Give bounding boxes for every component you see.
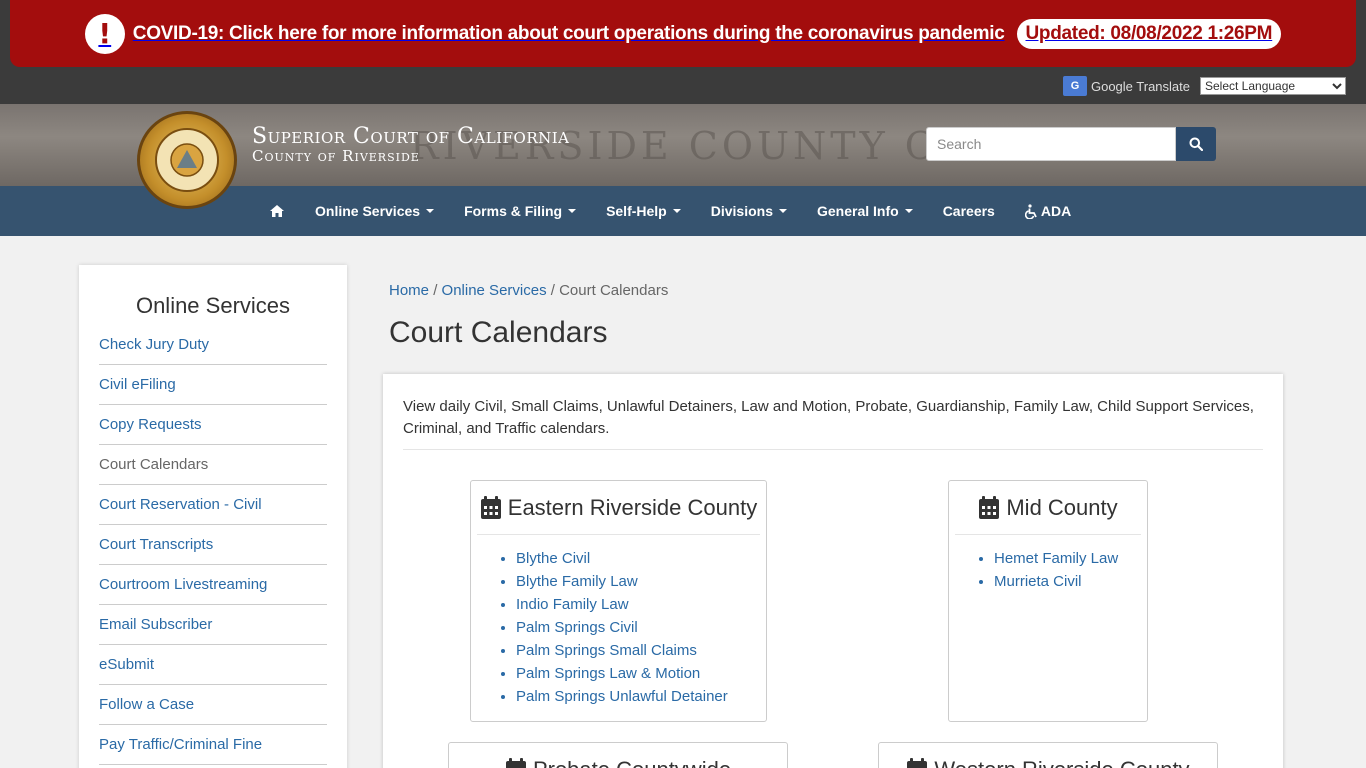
nav-home[interactable] <box>254 204 300 218</box>
caret-down-icon <box>779 209 787 213</box>
caret-down-icon <box>568 209 577 213</box>
nav-ada[interactable]: ADA <box>1010 203 1086 219</box>
nav-forms-filing[interactable]: Forms & Filing <box>449 203 591 219</box>
caret-down-icon <box>672 209 681 213</box>
google-translate-icon: G <box>1062 76 1087 96</box>
google-translate-label: Google Translate <box>1090 78 1190 94</box>
sidebar-item-court-transcripts[interactable]: Court Transcripts <box>99 525 327 565</box>
breadcrumb-separator: / <box>550 282 555 299</box>
home-icon <box>270 205 284 217</box>
seal-center <box>155 128 219 192</box>
card-mid-county: Mid County Hemet Family Law Murrieta Civ… <box>948 480 1148 722</box>
link-blythe-family-law[interactable]: Blythe Family Law <box>516 570 766 593</box>
caret-down-icon <box>426 209 435 213</box>
nav-general-info[interactable]: General Info <box>802 203 928 219</box>
covid-alert-message: COVID-19: Click here for more informatio… <box>132 22 1005 44</box>
card-title: Western Riverside County <box>934 757 1189 768</box>
sidebar-item-copy-requests[interactable]: Copy Requests <box>99 405 327 445</box>
court-seal-logo[interactable] <box>137 111 237 209</box>
caret-down-icon <box>904 209 913 213</box>
breadcrumb-separator: / <box>433 282 438 299</box>
card-eastern-riverside: Eastern Riverside County Blythe Civil Bl… <box>470 480 767 722</box>
covid-alert-banner[interactable]: ! COVID-19: Click here for more informat… <box>10 0 1356 67</box>
link-palm-springs-civil[interactable]: Palm Springs Civil <box>516 616 766 639</box>
sidebar-title: Online Services <box>135 293 291 318</box>
sidebar-list: Check Jury Duty Civil eFiling Copy Reque… <box>99 325 327 765</box>
sidebar-item-courtroom-livestreaming[interactable]: Courtroom Livestreaming <box>99 565 327 605</box>
sidebar-item-follow-a-case[interactable]: Follow a Case <box>99 685 327 725</box>
calendar-icon <box>480 495 501 519</box>
google-translate: G Google Translate Select Language <box>1062 76 1346 96</box>
card-western-riverside: Western Riverside County <box>878 742 1218 768</box>
card-title: Mid County <box>1006 494 1118 520</box>
sidebar-item-court-reservation-civil[interactable]: Court Reservation - Civil <box>99 485 327 525</box>
sidebar-item-pay-traffic-criminal-fine[interactable]: Pay Traffic/Criminal Fine <box>99 725 327 765</box>
breadcrumb-current: Court Calendars <box>559 282 669 299</box>
link-murrieta-civil[interactable]: Murrieta Civil <box>994 570 1147 593</box>
link-palm-springs-unlawful-detainer[interactable]: Palm Springs Unlawful Detainer <box>516 685 766 708</box>
link-palm-springs-small-claims[interactable]: Palm Springs Small Claims <box>516 639 766 662</box>
search-button[interactable] <box>1176 127 1216 161</box>
link-hemet-family-law[interactable]: Hemet Family Law <box>994 547 1147 570</box>
court-name-line2: County of Riverside <box>252 147 420 165</box>
updated-badge: Updated: 08/08/2022 1:26PM <box>1016 18 1282 49</box>
divider <box>403 449 1263 450</box>
court-name-line1: Superior Court of California <box>252 124 570 149</box>
calendar-icon <box>505 757 526 768</box>
nav-careers[interactable]: Careers <box>928 203 1010 219</box>
calendar-icon <box>907 757 928 768</box>
sidebar-item-esubmit[interactable]: eSubmit <box>99 645 327 685</box>
breadcrumb-home[interactable]: Home <box>389 282 429 299</box>
link-blythe-civil[interactable]: Blythe Civil <box>516 547 766 570</box>
nav-self-help[interactable]: Self-Help <box>591 203 696 219</box>
wheelchair-icon <box>1024 203 1037 219</box>
card-header: Western Riverside County <box>885 743 1211 768</box>
card-probate-countywide: Probate Countywide <box>448 742 788 768</box>
sidebar-item-email-subscriber[interactable]: Email Subscriber <box>99 605 327 645</box>
page-title: Court Calendars <box>389 316 608 349</box>
search-icon <box>1189 137 1203 151</box>
link-indio-family-law[interactable]: Indio Family Law <box>516 593 766 616</box>
court-name[interactable]: Superior Court of California County of R… <box>252 124 570 165</box>
nav-online-services[interactable]: Online Services <box>300 203 449 219</box>
search-input[interactable] <box>926 127 1176 161</box>
nav-divisions[interactable]: Divisions <box>696 203 802 219</box>
card-header: Eastern Riverside County <box>477 481 760 535</box>
link-palm-springs-law-motion[interactable]: Palm Springs Law & Motion <box>516 662 766 685</box>
card-header: Mid County <box>955 481 1141 535</box>
sidebar-item-check-jury-duty[interactable]: Check Jury Duty <box>99 325 327 365</box>
card-links: Hemet Family Law Murrieta Civil <box>994 547 1147 593</box>
card-links: Blythe Civil Blythe Family Law Indio Fam… <box>516 547 766 708</box>
sidebar-item-civil-efiling[interactable]: Civil eFiling <box>99 365 327 405</box>
card-title: Probate Countywide <box>533 757 731 768</box>
breadcrumb: Home / Online Services / Court Calendars <box>389 282 668 299</box>
language-select[interactable]: Select Language <box>1200 77 1346 95</box>
card-title: Eastern Riverside County <box>507 494 758 520</box>
intro-text: View daily Civil, Small Claims, Unlawful… <box>403 398 1254 437</box>
site-search <box>926 127 1216 161</box>
breadcrumb-online-services[interactable]: Online Services <box>442 282 547 299</box>
card-header: Probate Countywide <box>455 743 781 768</box>
sidebar: Online Services Check Jury Duty Civil eF… <box>79 265 347 768</box>
calendar-icon <box>979 495 1000 519</box>
sidebar-item-court-calendars[interactable]: Court Calendars <box>99 445 327 485</box>
exclamation-icon: ! <box>84 13 125 54</box>
